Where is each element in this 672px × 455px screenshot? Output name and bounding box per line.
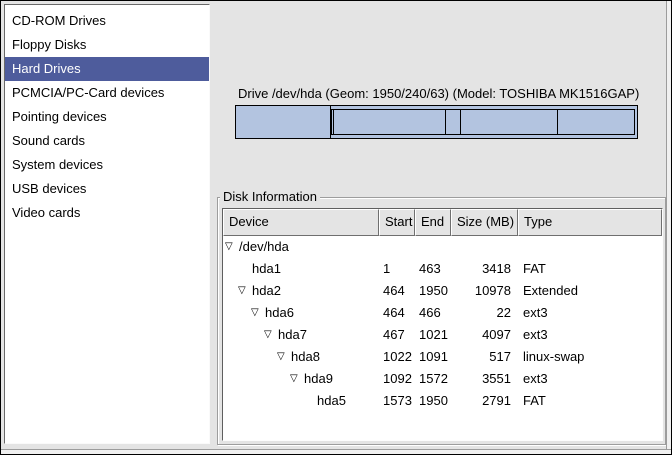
size-cell: 517 [451,346,518,368]
disk-information-table: DeviceStartEndSize (MB)Type ▽/dev/hdahda… [222,208,663,441]
size-cell: 3551 [451,368,518,390]
expander-icon[interactable]: ▽ [238,280,252,302]
sidebar-item-pcmcia-pc-card-devices[interactable]: PCMCIA/PC-Card devices [5,81,209,105]
table-row-hda6[interactable]: ▽hda646446622ext3 [223,302,662,324]
size-cell [451,236,518,258]
device-name: hda2 [252,280,281,302]
drive-title: Drive /dev/hda (Geom: 1950/240/63) (Mode… [238,86,639,101]
extended-partition-region-hda2 [331,106,637,138]
column-header-size-mb[interactable]: Size (MB) [451,209,518,236]
expander-icon[interactable]: ▽ [251,302,265,324]
device-cell: ▽hda2 [223,280,379,302]
sidebar-item-video-cards[interactable]: Video cards [5,201,209,225]
end-cell: 1021 [415,324,451,346]
sidebar-item-hard-drives[interactable]: Hard Drives [5,57,209,81]
device-cell: ▽hda6 [223,302,379,324]
start-cell: 1 [379,258,415,280]
type-cell: ext3 [518,324,662,346]
disk-information-frame: Disk Information DeviceStartEndSize (MB)… [217,197,666,445]
end-cell [415,236,451,258]
start-cell [379,236,415,258]
column-header-type[interactable]: Type [518,209,662,236]
start-cell: 1573 [379,390,415,412]
size-cell: 10978 [451,280,518,302]
sidebar-item-sound-cards[interactable]: Sound cards [5,129,209,153]
type-cell: linux-swap [518,346,662,368]
type-cell: FAT [518,258,662,280]
sidebar-item-floppy-disks[interactable]: Floppy Disks [5,33,209,57]
size-cell: 3418 [451,258,518,280]
sidebar-item-pointing-devices[interactable]: Pointing devices [5,105,209,129]
partition-segment-hda9 [461,110,558,134]
partition-segment-hda1 [236,106,331,138]
sidebar-item-cd-rom-drives[interactable]: CD-ROM Drives [5,9,209,33]
table-row-hda7[interactable]: ▽hda746710214097ext3 [223,324,662,346]
device-cell: ▽hda7 [223,324,379,346]
table-body: ▽/dev/hdahda114633418FAT▽hda246419501097… [223,236,662,412]
table-row-hda8[interactable]: ▽hda810221091517linux-swap [223,346,662,368]
column-header-device[interactable]: Device [223,209,379,236]
sidebar-item-system-devices[interactable]: System devices [5,153,209,177]
end-cell: 466 [415,302,451,324]
partition-segment-hda5 [558,110,634,134]
extended-partition-box [331,109,635,135]
start-cell: 1022 [379,346,415,368]
partition-segment-hda8 [446,110,461,134]
partition-bar [235,105,638,139]
column-header-start[interactable]: Start [379,209,415,236]
type-cell: Extended [518,280,662,302]
device-name: hda7 [278,324,307,346]
hardware-browser-window: CD-ROM DrivesFloppy DisksHard DrivesPCMC… [0,0,672,455]
start-cell: 464 [379,280,415,302]
window-edge-bevel-bottom [1,449,671,454]
partition-segment-hda7 [334,110,446,134]
sidebar-item-usb-devices[interactable]: USB devices [5,177,209,201]
expander-icon[interactable]: ▽ [277,346,291,368]
expander-icon[interactable]: ▽ [290,368,304,390]
device-name: hda9 [304,368,333,390]
table-row-dev-hda[interactable]: ▽/dev/hda [223,236,662,258]
expander-icon[interactable]: ▽ [264,324,278,346]
device-name: hda1 [252,258,281,280]
size-cell: 22 [451,302,518,324]
column-header-end[interactable]: End [415,209,451,236]
device-cell: hda1 [223,258,379,280]
window-edge-bevel-right [666,1,671,454]
start-cell: 464 [379,302,415,324]
end-cell: 1572 [415,368,451,390]
device-name: hda5 [317,390,346,412]
start-cell: 467 [379,324,415,346]
device-cell: ▽hda9 [223,368,379,390]
expander-icon[interactable]: ▽ [225,236,239,258]
table-header-row: DeviceStartEndSize (MB)Type [223,209,662,236]
device-cell: ▽/dev/hda [223,236,379,258]
type-cell: ext3 [518,302,662,324]
end-cell: 1950 [415,280,451,302]
table-row-hda9[interactable]: ▽hda9109215723551ext3 [223,368,662,390]
table-row-hda2[interactable]: ▽hda2464195010978Extended [223,280,662,302]
size-cell: 4097 [451,324,518,346]
disk-information-label: Disk Information [220,189,320,205]
type-cell: ext3 [518,368,662,390]
device-name: hda8 [291,346,320,368]
device-name: hda6 [265,302,294,324]
type-cell: FAT [518,390,662,412]
table-row-hda5[interactable]: hda5 157319502791FAT [223,390,662,412]
end-cell: 463 [415,258,451,280]
device-cell: hda5 [223,390,379,412]
end-cell: 1950 [415,390,451,412]
device-name: /dev/hda [239,236,289,258]
device-cell: ▽hda8 [223,346,379,368]
device-category-list: CD-ROM DrivesFloppy DisksHard DrivesPCMC… [4,4,210,444]
end-cell: 1091 [415,346,451,368]
table-row-hda1[interactable]: hda1 14633418FAT [223,258,662,280]
start-cell: 1092 [379,368,415,390]
type-cell [518,236,662,258]
size-cell: 2791 [451,390,518,412]
